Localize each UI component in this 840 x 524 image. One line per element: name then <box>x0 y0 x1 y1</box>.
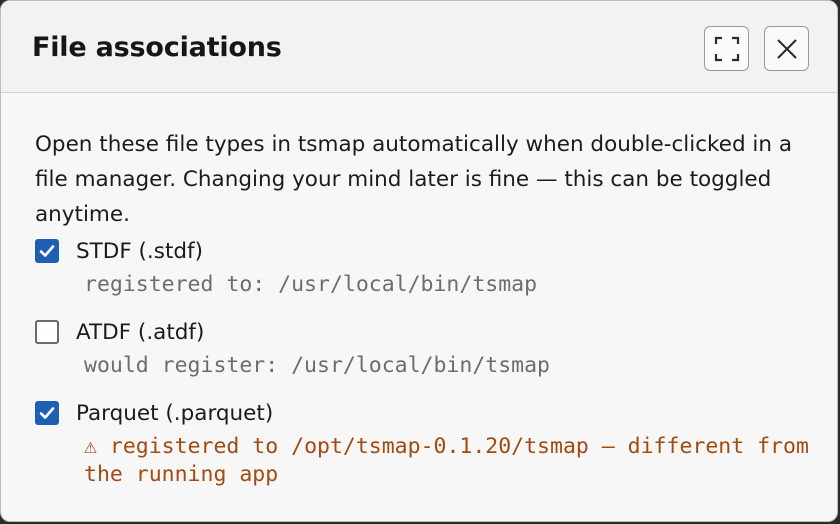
checkmark-icon <box>39 407 55 419</box>
dialog-body: Open these file types in tsmap automatic… <box>35 127 809 489</box>
option-detail-atdf: would register: /usr/local/bin/tsmap <box>84 353 550 378</box>
warning-text: registered to /opt/tsmap-0.1.20/tsmap — … <box>84 434 809 487</box>
close-icon <box>776 38 797 59</box>
option-label-parquet: Parquet (.parquet) <box>76 400 274 426</box>
option-label-stdf: STDF (.stdf) <box>76 238 203 264</box>
maximize-button[interactable] <box>704 26 749 71</box>
checkmark-icon <box>39 245 55 257</box>
checkbox-stdf[interactable] <box>35 239 59 263</box>
option-label-atdf: ATDF (.atdf) <box>76 319 205 345</box>
fullscreen-icon <box>714 36 739 61</box>
option-atdf: ATDF (.atdf) would register: /usr/local/… <box>35 315 807 380</box>
dialog-title: File associations <box>32 32 282 63</box>
dialog-header: File associations <box>1 1 837 93</box>
warning-icon: ⚠ <box>84 434 97 459</box>
file-associations-dialog: File associations Open these file types … <box>0 0 838 522</box>
close-button[interactable] <box>764 26 809 71</box>
checkbox-atdf[interactable] <box>35 320 59 344</box>
option-parquet: Parquet (.parquet) ⚠ registered to /opt/… <box>35 396 809 489</box>
option-warning-parquet: ⚠ registered to /opt/tsmap-0.1.20/tsmap … <box>84 430 819 489</box>
option-detail-stdf: registered to: /usr/local/bin/tsmap <box>84 272 538 297</box>
option-stdf: STDF (.stdf) registered to: /usr/local/b… <box>35 234 807 299</box>
checkbox-parquet[interactable] <box>35 401 59 425</box>
dialog-description: Open these file types in tsmap automatic… <box>35 132 793 227</box>
